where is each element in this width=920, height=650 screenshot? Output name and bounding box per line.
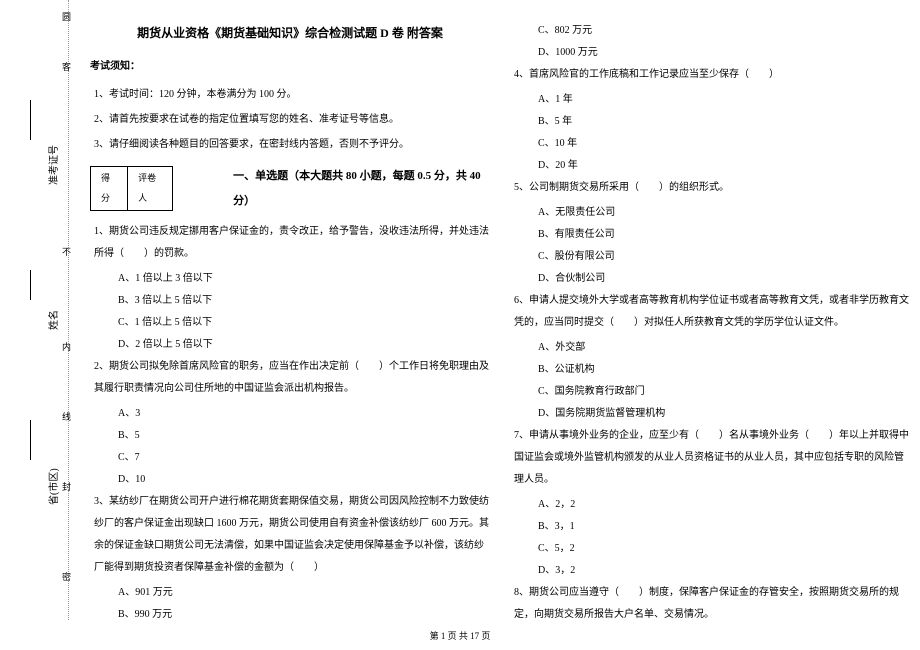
question-3: 3、某纺纱厂在期货公司开户进行棉花期货套期保值交易，期货公司因风险控制不力致使纺… (90, 491, 490, 579)
q3-option-d: D、1000 万元 (510, 42, 910, 64)
margin-char-guest: 客 (62, 60, 71, 73)
question-2: 2、期货公司拟免除首席风险官的职务，应当在作出决定前（ ）个工作日将免职理由及其… (90, 356, 490, 400)
q6-option-a: A、外交部 (510, 337, 910, 359)
underline-2 (30, 270, 31, 300)
q7-option-d: D、3，2 (510, 560, 910, 582)
q4-option-b: B、5 年 (510, 111, 910, 133)
left-column: 期货从业资格《期货基础知识》综合检测试题 D 卷 附答案 考试须知： 1、考试时… (90, 20, 490, 629)
page-footer: 第 1 页 共 17 页 (0, 629, 920, 642)
q4-option-a: A、1 年 (510, 89, 910, 111)
score-row: 得分 评卷人 一、单选题（本大题共 80 小题，每题 0.5 分，共 40 分） (90, 164, 490, 212)
q5-option-b: B、有限责任公司 (510, 224, 910, 246)
margin-char-circle: 圆 (62, 10, 71, 23)
margin-char-not: 不 (62, 245, 71, 258)
q3-option-b: B、990 万元 (90, 604, 490, 626)
name-label: 姓名 (45, 310, 60, 330)
question-5: 5、公司制期货交易所采用（ ）的组织形式。 (510, 177, 910, 199)
q2-option-b: B、5 (90, 425, 490, 447)
q7-option-a: A、2，2 (510, 494, 910, 516)
section-1-title: 一、单选题（本大题共 80 小题，每题 0.5 分，共 40 分） (233, 164, 490, 212)
question-8: 8、期货公司应当遵守（ ）制度，保障客户保证金的存管安全，按照期货交易所的规定，… (510, 582, 910, 626)
q5-option-a: A、无限责任公司 (510, 202, 910, 224)
q1-option-d: D、2 倍以上 5 倍以下 (90, 334, 490, 356)
question-6: 6、申请人提交境外大学或者高等教育机构学位证书或者高等教育文凭，或者非学历教育文… (510, 290, 910, 334)
underline-3 (30, 420, 31, 460)
notice-item-1: 1、考试时间：120 分钟，本卷满分为 100 分。 (90, 84, 490, 106)
q6-option-c: C、国务院教育行政部门 (510, 381, 910, 403)
q3-option-c: C、802 万元 (510, 20, 910, 42)
q5-option-d: D、合伙制公司 (510, 268, 910, 290)
question-1: 1、期货公司违反规定挪用客户保证金的，责令改正，给予警告，没收违法所得，并处违法… (90, 221, 490, 265)
q3-option-a: A、901 万元 (90, 582, 490, 604)
main-content: 期货从业资格《期货基础知识》综合检测试题 D 卷 附答案 考试须知： 1、考试时… (90, 20, 910, 629)
q1-option-c: C、1 倍以上 5 倍以下 (90, 312, 490, 334)
q6-option-d: D、国务院期货监督管理机构 (510, 403, 910, 425)
q1-option-a: A、1 倍以上 3 倍以下 (90, 268, 490, 290)
q2-option-d: D、10 (90, 469, 490, 491)
q2-option-c: C、7 (90, 447, 490, 469)
province-label: 省(市区) (45, 468, 60, 505)
margin-char-line: 线 (62, 410, 71, 423)
notice-item-3: 3、请仔细阅读各种题目的回答要求，在密封线内答题，否则不予评分。 (90, 134, 490, 156)
question-7: 7、申请从事境外业务的企业，应至少有（ ）名从事境外业务（ ）年以上并取得中国证… (510, 425, 910, 491)
q5-option-c: C、股份有限公司 (510, 246, 910, 268)
right-column: C、802 万元 D、1000 万元 4、首席风险官的工作底稿和工作记录应当至少… (510, 20, 910, 629)
q2-option-a: A、3 (90, 403, 490, 425)
q1-option-b: B、3 倍以上 5 倍以下 (90, 290, 490, 312)
margin-char-secret: 密 (62, 570, 71, 583)
notice-item-2: 2、请首先按要求在试卷的指定位置填写您的姓名、准考证号等信息。 (90, 109, 490, 131)
admission-number-label: 准考证号 (45, 145, 60, 185)
underline-1 (30, 100, 31, 140)
q4-option-c: C、10 年 (510, 133, 910, 155)
question-4: 4、首席风险官的工作底稿和工作记录应当至少保存（ ） (510, 64, 910, 86)
notice-header: 考试须知： (90, 56, 490, 78)
q6-option-b: B、公证机构 (510, 359, 910, 381)
q7-option-c: C、5，2 (510, 538, 910, 560)
margin-char-seal: 封 (62, 480, 71, 493)
dotted-binding-line (68, 0, 69, 620)
margin-char-inner: 内 (62, 340, 71, 353)
score-cell-grader: 评卷人 (128, 167, 172, 211)
document-title: 期货从业资格《期货基础知识》综合检测试题 D 卷 附答案 (90, 20, 490, 46)
q4-option-d: D、20 年 (510, 155, 910, 177)
q7-option-b: B、3，1 (510, 516, 910, 538)
score-cell-score: 得分 (91, 167, 128, 211)
binding-margin: 圆 客 准考证号 不 姓名 内 线 省(市区) 封 密 (0, 0, 80, 620)
score-table: 得分 评卷人 (90, 166, 173, 212)
